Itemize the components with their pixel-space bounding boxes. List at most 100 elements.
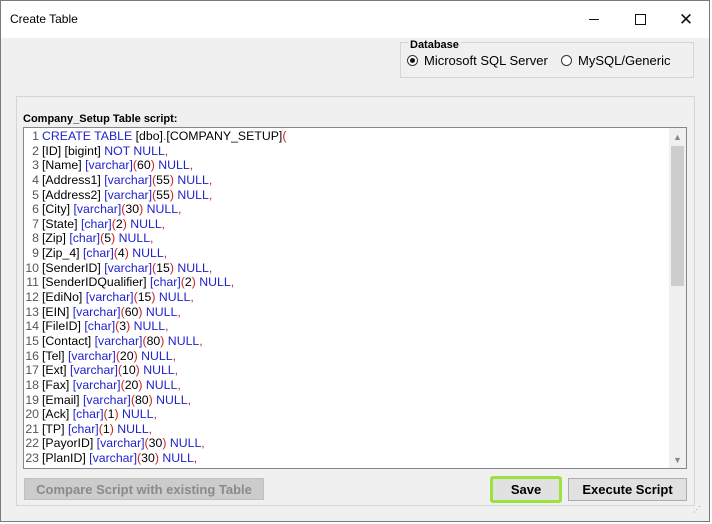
code-token: NOT NULL (104, 143, 165, 158)
code-token: NULL (154, 158, 190, 173)
line-number: 6 (32, 202, 39, 217)
code-text: [Ack] [char](1) NULL, (42, 407, 157, 422)
code-token: , (178, 202, 182, 217)
code-text: [SenderID] [varchar](15) NULL, (42, 261, 212, 276)
code-text: [ID] [bigint] NOT NULL, (42, 144, 168, 159)
radio-unchecked-icon[interactable] (561, 55, 572, 66)
code-token: , (177, 377, 181, 392)
scroll-up-icon[interactable]: ▲ (669, 128, 686, 145)
code-token: ( (282, 129, 287, 143)
code-text: [Email] [varchar](80) NULL, (42, 393, 191, 408)
line-number: 10 (25, 260, 39, 275)
code-line: 19 [Email] [varchar](80) NULL, (24, 393, 669, 408)
line-number: 3 (32, 158, 39, 173)
code-token: 80 (146, 333, 161, 348)
maximize-icon (634, 14, 646, 25)
code-token: NULL (118, 407, 154, 422)
line-number: 22 (25, 436, 39, 451)
code-token: [varchar] (96, 436, 145, 451)
code-token: [State] (42, 216, 81, 231)
code-token: NULL (142, 377, 178, 392)
radio-mssql-label: Microsoft SQL Server (424, 53, 548, 68)
vertical-scrollbar[interactable]: ▲ ▼ (669, 128, 686, 468)
code-token: 20 (124, 377, 139, 392)
code-token: [Ack] (42, 407, 73, 422)
code-token: 4 (117, 246, 125, 261)
line-number: 13 (25, 304, 39, 319)
code-token: 20 (119, 348, 134, 363)
line-number: 1 (32, 129, 39, 143)
radio-checked-icon[interactable] (407, 55, 418, 66)
maximize-button[interactable] (617, 1, 663, 38)
code-text: [State] [char](2) NULL, (42, 217, 165, 232)
code-token: NULL (164, 333, 200, 348)
scroll-down-icon[interactable]: ▼ (669, 451, 686, 468)
code-line: 12 [EdiNo] [varchar](15) NULL, (24, 290, 669, 305)
code-text: [City] [varchar](30) NULL, (42, 202, 181, 217)
code-line: 8 [Zip] [char](5) NULL, (24, 231, 669, 246)
script-lines[interactable]: 1 CREATE TABLE [dbo].[COMPANY_SETUP](2 [ID… (24, 129, 669, 466)
code-token: [varchar] (104, 187, 153, 202)
code-token: , (163, 246, 168, 261)
code-token: NULL (158, 451, 194, 466)
code-token: , (189, 158, 194, 173)
compare-script-button[interactable]: Compare Script with existing Table (24, 478, 264, 500)
window-title: Create Table (10, 12, 78, 26)
code-line: 4 [Address1] [varchar](55) NULL, (24, 173, 669, 188)
code-token: [varchar] (72, 304, 121, 319)
code-token: , (201, 436, 205, 451)
code-token: , (187, 392, 192, 407)
code-token: [PayorID] (42, 436, 97, 451)
code-token: [Address1] (42, 172, 105, 187)
line-number: 17 (25, 363, 39, 378)
code-token: [EIN] (42, 304, 73, 319)
code-token: 30 (148, 436, 163, 451)
code-text: [FileID] [char](3) NULL, (42, 319, 168, 334)
code-token: [FileID] (42, 319, 85, 334)
code-token: [varchar] (104, 172, 153, 187)
code-line: 2 [ID] [bigint] NOT NULL, (24, 144, 669, 159)
code-token: [varchar] (73, 202, 122, 217)
code-line: 9 [Zip_4] [char](4) NULL, (24, 246, 669, 261)
code-token: [char] (84, 319, 116, 334)
code-line: 3 [Name] [varchar](60) NULL, (24, 158, 669, 173)
code-token: NULL (130, 319, 166, 334)
code-text: [Fax] [varchar](20) NULL, (42, 378, 181, 393)
code-token: [City] (42, 202, 74, 217)
minimize-button[interactable] (571, 1, 617, 38)
scrollbar-thumb[interactable] (671, 146, 684, 286)
radio-mssql[interactable]: Microsoft SQL Server (407, 53, 548, 68)
resize-grip-icon[interactable]: ⋰ (693, 505, 703, 515)
close-button[interactable]: ✕ (663, 1, 709, 38)
code-token: 2 (184, 275, 192, 290)
code-token: [char] (83, 246, 114, 261)
code-text: [EdiNo] [varchar](15) NULL, (42, 290, 194, 305)
code-token: NULL (139, 363, 175, 378)
code-token: 80 (134, 392, 149, 407)
code-token: NULL (143, 202, 179, 217)
code-token: [Zip_4] (42, 246, 84, 261)
code-token: , (177, 304, 181, 319)
script-editor[interactable]: 1 CREATE TABLE [dbo].[COMPANY_SETUP](2 [ID… (23, 127, 687, 469)
code-token: [EdiNo] (42, 290, 86, 305)
code-text: [Zip_4] [char](4) NULL, (42, 246, 167, 261)
radio-mysql[interactable]: MySQL/Generic (561, 53, 670, 68)
code-token: NULL (173, 260, 209, 275)
code-token: [char] (80, 216, 112, 231)
code-token: 10 (121, 363, 136, 378)
code-token: , (208, 260, 213, 275)
code-token: , (148, 421, 153, 436)
line-number: 5 (32, 187, 39, 202)
code-token: , (150, 231, 154, 246)
save-button[interactable]: Save (490, 476, 562, 503)
execute-script-button[interactable]: Execute Script (568, 478, 687, 501)
code-line: 7 [State] [char](2) NULL, (24, 217, 669, 232)
line-number: 7 (32, 216, 39, 231)
code-token: [char] (69, 231, 101, 246)
code-token: [Contact] (42, 333, 95, 348)
code-text: [EIN] [varchar](60) NULL, (42, 305, 181, 320)
code-line: 15 [Contact] [varchar](80) NULL, (24, 334, 669, 349)
code-text: [Address2] [varchar](55) NULL, (42, 188, 212, 203)
code-token: NULL (173, 172, 209, 187)
code-token: , (172, 348, 176, 363)
